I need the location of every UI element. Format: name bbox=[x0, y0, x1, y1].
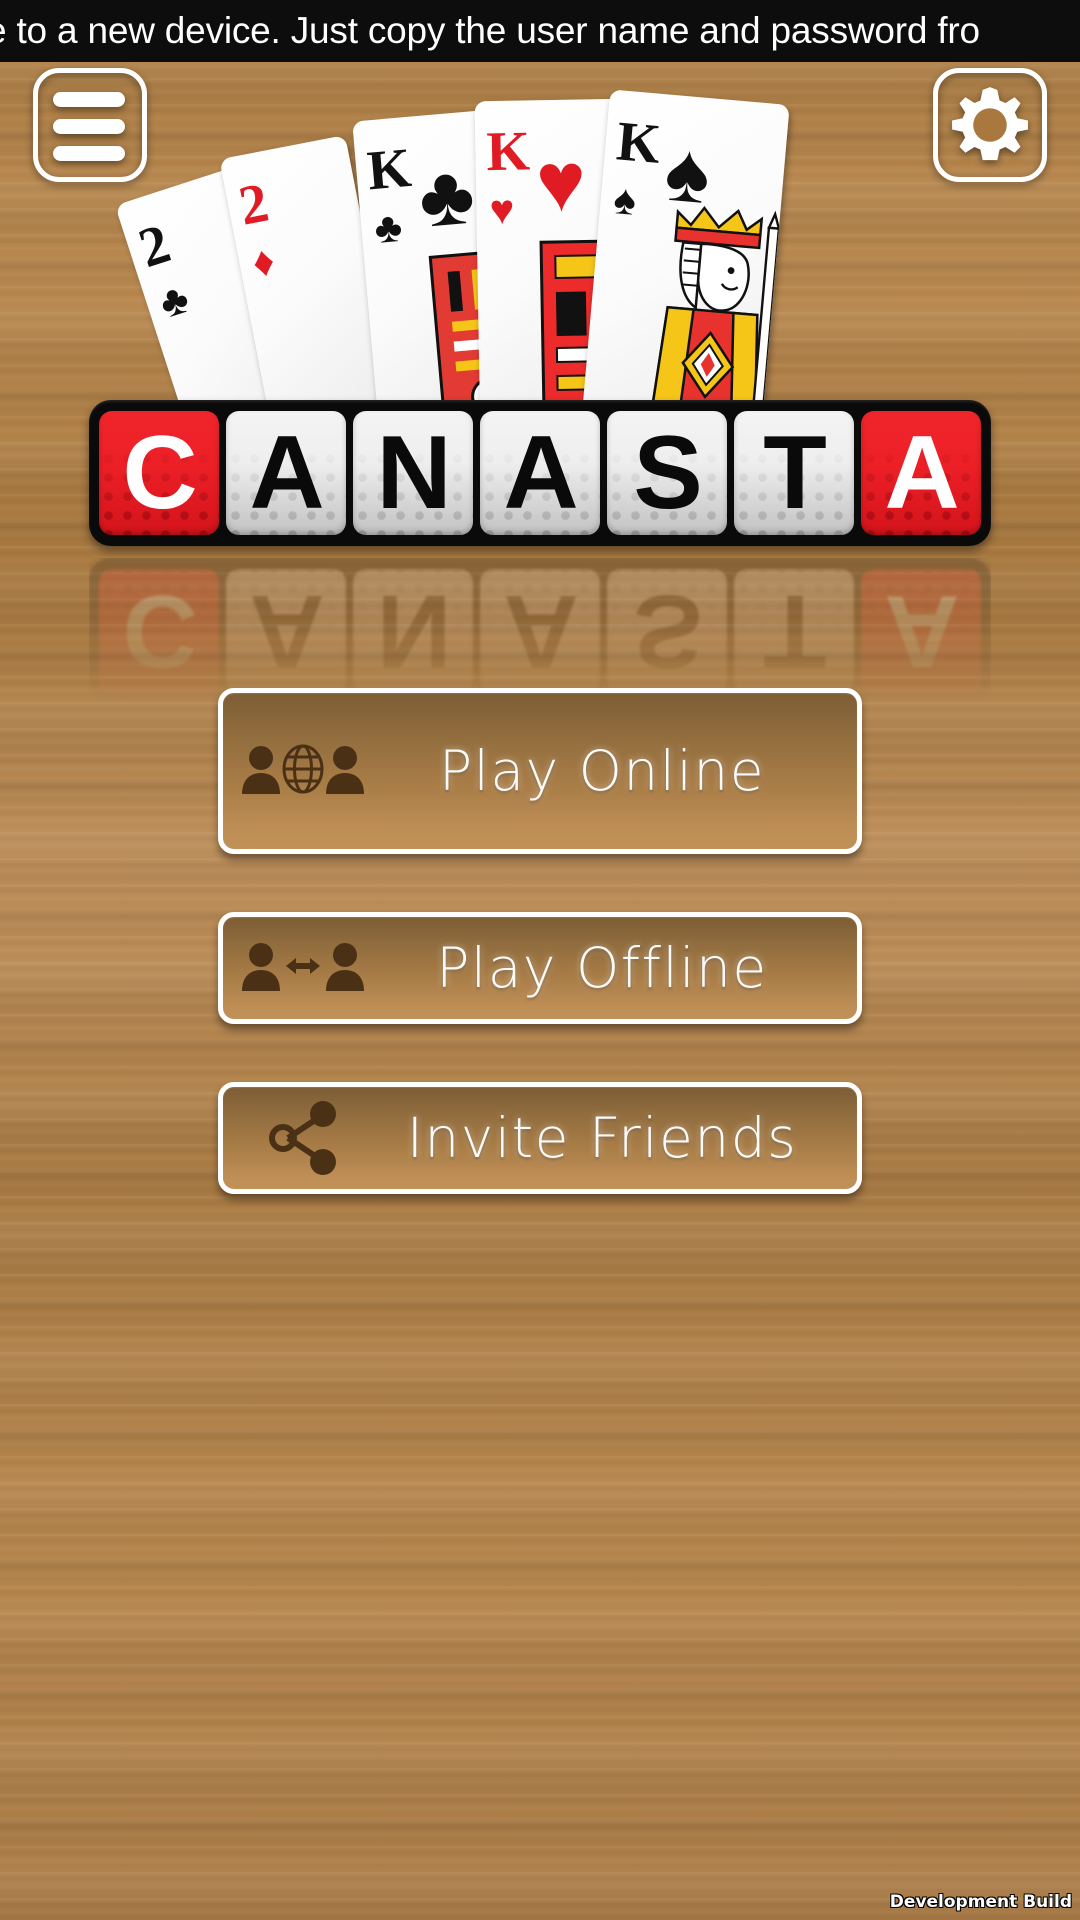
two-people-arrow-icon bbox=[223, 939, 383, 997]
logo-letter-mirror: A bbox=[503, 573, 577, 689]
share-nodes-icon bbox=[223, 1096, 383, 1180]
logo-tile-n: N bbox=[353, 411, 473, 535]
marquee-text: e to a new device. Just copy the user na… bbox=[0, 10, 980, 51]
logo-letter-mirror: C bbox=[122, 573, 196, 689]
logo-letter-mirror: T bbox=[763, 573, 825, 689]
development-build-watermark: Development Build bbox=[889, 1892, 1072, 1912]
hamburger-menu-icon-line-3 bbox=[53, 146, 125, 161]
logo-tile-mirror: A bbox=[226, 569, 346, 693]
logo-tile-mirror: N bbox=[353, 569, 473, 693]
hamburger-menu-icon-line-1 bbox=[53, 92, 125, 107]
logo-letter-mirror: N bbox=[376, 573, 450, 689]
logo-tile-mirror: A bbox=[480, 569, 600, 693]
card-rank: 2 bbox=[131, 212, 178, 281]
logo-frame-mirror: CANASTA bbox=[89, 558, 991, 704]
logo-letter: T bbox=[763, 415, 827, 531]
logo-letter: C bbox=[122, 415, 197, 531]
logo-tile-mirror: T bbox=[734, 569, 854, 693]
halftone-pattern bbox=[734, 569, 854, 693]
logo-tile-mirror: S bbox=[607, 569, 727, 693]
logo-tile-a1: A bbox=[226, 411, 346, 535]
logo-letter: S bbox=[633, 415, 702, 531]
logo-reflection: CANASTA bbox=[89, 558, 991, 704]
menu-button[interactable] bbox=[33, 68, 147, 182]
card-suit: ♠ bbox=[611, 175, 639, 224]
card-rank: K bbox=[485, 120, 531, 184]
settings-button[interactable] bbox=[933, 68, 1047, 182]
card-king-spades: K ♠ ♠ bbox=[582, 89, 790, 426]
logo-letter: N bbox=[376, 415, 451, 531]
invite-friends-button[interactable]: Invite Friends bbox=[218, 1082, 862, 1194]
logo-tile-mirror: A bbox=[861, 569, 981, 693]
two-people-globe-icon bbox=[223, 742, 383, 800]
logo-letter-mirror: A bbox=[884, 573, 958, 689]
logo-tile-t: T bbox=[734, 411, 854, 535]
halftone-pattern bbox=[226, 569, 346, 693]
halftone-pattern bbox=[353, 569, 473, 693]
hamburger-menu-icon-line-2 bbox=[53, 119, 125, 134]
card-rank: K bbox=[614, 110, 664, 176]
card-fan-illustration: 2 ♣ 2 ♦ K ♣ ♣ K ♥ ♥ K ♠ ♠ bbox=[0, 88, 1080, 474]
logo-letter: A bbox=[503, 415, 578, 531]
king-face-artwork bbox=[647, 205, 781, 426]
game-logo: C A N A S T A bbox=[89, 400, 991, 546]
halftone-pattern bbox=[480, 569, 600, 693]
invite-friends-label: Invite Friends bbox=[406, 1106, 798, 1170]
logo-tile-mirror: C bbox=[99, 569, 219, 693]
logo-tile-s: S bbox=[607, 411, 727, 535]
card-suit: ♥ bbox=[489, 185, 515, 234]
notification-banner: e to a new device. Just copy the user na… bbox=[0, 0, 1080, 62]
logo-letter-mirror: A bbox=[249, 573, 323, 689]
card-rank: 2 bbox=[233, 171, 274, 238]
logo-frame: C A N A S T A bbox=[89, 400, 991, 546]
logo-letter-mirror: S bbox=[633, 573, 701, 689]
halftone-pattern bbox=[861, 569, 981, 693]
halftone-pattern bbox=[607, 569, 727, 693]
card-suit: ♣ bbox=[153, 273, 195, 328]
gear-icon bbox=[938, 73, 1042, 177]
play-online-label: Play Online bbox=[438, 739, 766, 803]
play-online-button[interactable]: Play Online bbox=[218, 688, 862, 854]
card-suit: ♦ bbox=[248, 236, 279, 287]
card-suit: ♣ bbox=[372, 202, 405, 253]
logo-tile-a2: A bbox=[480, 411, 600, 535]
play-offline-label: Play Offline bbox=[436, 936, 768, 1000]
card-rank: K bbox=[364, 136, 414, 203]
halftone-pattern bbox=[99, 569, 219, 693]
main-menu: Play Online Play Offline Invite Friends bbox=[218, 688, 862, 1194]
logo-letter: A bbox=[249, 415, 324, 531]
logo-tile-c: C bbox=[99, 411, 219, 535]
play-offline-button[interactable]: Play Offline bbox=[218, 912, 862, 1024]
logo-tile-a3: A bbox=[861, 411, 981, 535]
logo-letter: A bbox=[884, 415, 959, 531]
